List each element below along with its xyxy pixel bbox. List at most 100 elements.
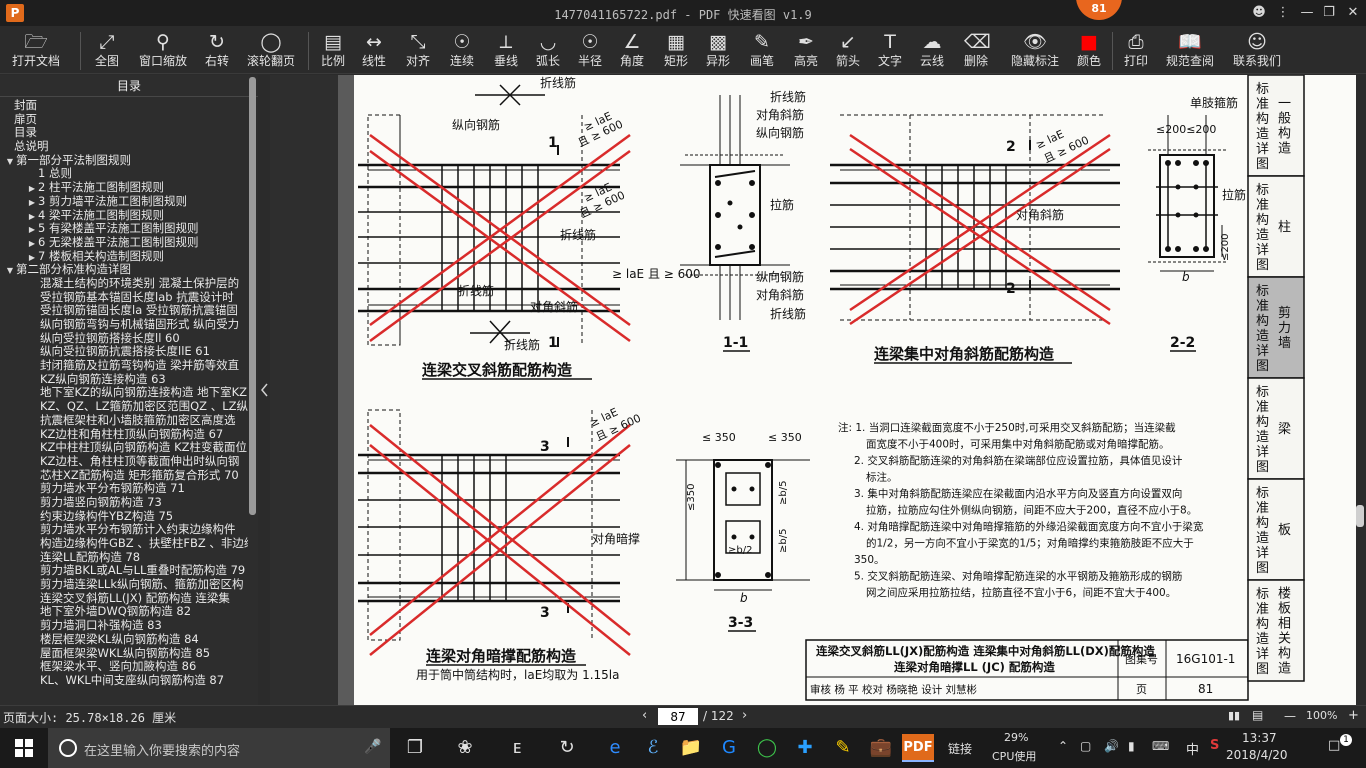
fan-app-icon[interactable]: ❀ — [450, 734, 480, 762]
link-label[interactable]: 链接 — [948, 740, 972, 757]
ie-browser-icon[interactable]: ℰ — [638, 734, 668, 762]
toc-item[interactable]: KZ边柱、角柱柱顶等截面伸出时纵向钢 — [0, 455, 248, 469]
collapsed-arrow-icon[interactable]: ▶ — [26, 251, 38, 264]
toc-item[interactable]: 剪力墙竖向钢筋构造 73 — [0, 496, 248, 510]
collapsed-arrow-icon[interactable]: ▶ — [26, 210, 38, 223]
collapsed-arrow-icon[interactable]: ▶ — [26, 223, 38, 236]
clock-time[interactable]: 13:37 — [1242, 731, 1277, 745]
page-number-input[interactable] — [658, 708, 698, 725]
tool-hide-markup[interactable]: 👁 隐藏标注 — [1006, 30, 1064, 72]
tool-text[interactable]: T 文字 — [876, 30, 904, 72]
toc-item[interactable]: ▶ 5 有梁楼盖平法施工图制图规则 — [0, 222, 248, 236]
file-explorer-icon[interactable]: 📁 — [676, 734, 706, 762]
toc-item[interactable]: ▶ 6 无梁楼盖平法施工图制图规则 — [0, 236, 248, 250]
toc-item[interactable]: 剪力墙水平分布钢筋构造 71 — [0, 482, 248, 496]
toc-item[interactable]: ▼ 第一部分平法制图规则 — [0, 154, 248, 168]
toc-item[interactable]: 剪力墙洞口补强构造 83 — [0, 619, 248, 633]
toc-item[interactable]: 1 总则 — [0, 167, 248, 181]
tool-highlighter[interactable]: ✒ 高亮 — [792, 30, 820, 72]
ime-indicator[interactable]: 中 — [1186, 739, 1199, 758]
tool-support[interactable]: ☺ 联系我们 — [1232, 30, 1282, 72]
collapse-sidebar-icon[interactable] — [258, 375, 270, 405]
battery-icon[interactable]: ▮ — [1128, 739, 1135, 753]
toc-item[interactable]: 混凝土结构的环境类别 混凝土保护层的 — [0, 277, 248, 291]
toc-item[interactable]: KZ中柱柱顶纵向钢筋构造 KZ柱变截面位 — [0, 441, 248, 455]
tool-pen[interactable]: ✎ 画笔 — [748, 30, 776, 72]
network-icon[interactable]: ▢ — [1080, 739, 1091, 753]
toc-item[interactable]: 连梁交叉斜筋LL(JX) 配筋构造 连梁集 — [0, 592, 248, 606]
toc-item[interactable]: 剪力墙连梁LLk纵向钢筋、箍筋加密区构 — [0, 578, 248, 592]
toc-item[interactable]: KZ边柱和角柱柱顶纵向钢筋构造 67 — [0, 428, 248, 442]
next-page-icon[interactable]: › — [742, 708, 747, 723]
task-view-icon[interactable]: ❐ — [400, 734, 430, 762]
tool-color-swatch[interactable]: ■ 颜色 — [1076, 30, 1102, 72]
maximize-icon[interactable]: ❐ — [1320, 4, 1338, 22]
continuous-view-icon[interactable]: ▤ — [1252, 708, 1263, 722]
toc-item[interactable]: KZ、QZ、LZ箍筋加密区范围QZ 、LZ纵向 — [0, 400, 248, 414]
toc-item[interactable]: 扉页 — [0, 113, 248, 127]
tool-rectangle-area[interactable]: ▦ 矩形 — [662, 30, 690, 72]
expanded-arrow-icon[interactable]: ▼ — [4, 155, 16, 168]
toc-item[interactable]: 受拉钢筋锚固长度la 受拉钢筋抗震锚固 — [0, 304, 248, 318]
tray-chevron-icon[interactable]: ⌃ — [1058, 739, 1068, 753]
close-icon[interactable]: ✕ — [1344, 4, 1362, 22]
sogou-ime-icon[interactable]: S — [1210, 738, 1219, 753]
toc-item[interactable]: 纵向钢筋弯钩与机械锚固形式 纵向受力 — [0, 318, 248, 332]
collapsed-arrow-icon[interactable]: ▶ — [26, 237, 38, 250]
toc-item[interactable]: ▼ 第二部分标准构造详图 — [0, 263, 248, 277]
toc-item[interactable]: 约束边缘构件YBZ构造 75 — [0, 510, 248, 524]
zoom-out-icon[interactable]: — — [1284, 709, 1296, 723]
toc-item[interactable]: 地下室外墙DWQ钢筋构造 82 — [0, 605, 248, 619]
tool-arc-length[interactable]: ◡ 弧长 — [534, 30, 562, 72]
collapsed-arrow-icon[interactable]: ▶ — [26, 182, 38, 195]
minimize-icon[interactable]: — — [1298, 4, 1316, 22]
tool-linear-measure[interactable]: ↔ 线性 — [360, 30, 388, 72]
volume-icon[interactable]: 🔊 — [1104, 739, 1119, 753]
sidebar-scrollbar[interactable] — [249, 77, 256, 515]
tool-angle[interactable]: ∠ 角度 — [618, 30, 646, 72]
clock-date[interactable]: 2018/4/20 — [1226, 748, 1288, 762]
toc-item[interactable]: 封面 — [0, 99, 248, 113]
zoom-in-icon[interactable]: + — [1348, 708, 1359, 723]
tool-polygon-area[interactable]: ▩ 异形 — [704, 30, 732, 72]
toc-item[interactable]: 封闭箍筋及拉筋弯钩构造 梁并筋等效直 — [0, 359, 248, 373]
toc-item[interactable]: ▶ 7 楼板相关构造制图规则 — [0, 250, 248, 264]
collapsed-arrow-icon[interactable]: ▶ — [26, 196, 38, 209]
tool-arrow[interactable]: ↙ 箭头 — [834, 30, 862, 72]
toc-item[interactable]: KZ纵向钢筋连接构造 63 — [0, 373, 248, 387]
single-page-view-icon[interactable]: ▮▮ — [1228, 709, 1240, 722]
toc-item[interactable]: 抗震框架柱和小墙肢箍筋加密区高度选 — [0, 414, 248, 428]
tool-perpendicular[interactable]: ⟂ 垂线 — [492, 30, 520, 72]
toc-item[interactable]: 总说明 — [0, 140, 248, 154]
tool-aligned-measure[interactable]: ⤡ 对齐 — [404, 30, 432, 72]
google-app-icon[interactable]: G — [714, 734, 744, 762]
tool-mouse-wheel[interactable]: ◯ 滚轮翻页 — [246, 30, 296, 72]
toc-item[interactable]: ▶ 3 剪力墙平法施工图制图规则 — [0, 195, 248, 209]
page-scrollbar-thumb[interactable] — [1356, 505, 1364, 527]
toc-item[interactable]: 纵向受拉钢筋搭接长度ll 60 — [0, 332, 248, 346]
tool-zoom-window[interactable]: ⚲ 窗口缩放 — [138, 30, 188, 72]
toc-item[interactable]: 目录 — [0, 126, 248, 140]
toc-item[interactable]: 纵向受拉钢筋抗震搭接长度llE 61 — [0, 345, 248, 359]
notes-app-icon[interactable]: ✎ — [828, 734, 858, 762]
keyboard-icon[interactable]: ⌨ — [1152, 739, 1169, 753]
tool-cloud-line[interactable]: ☁ 云线 — [918, 30, 946, 72]
menu-icon[interactable]: ⋮ — [1274, 4, 1292, 22]
edge-browser-icon[interactable]: e — [600, 734, 630, 762]
edge-legacy-icon[interactable]: ᴇ — [502, 734, 532, 762]
toc-item[interactable]: ▶ 2 柱平法施工图制图规则 — [0, 181, 248, 195]
tool-eraser[interactable]: ⌫ 删除 — [962, 30, 991, 72]
windows-start-icon[interactable] — [0, 728, 48, 768]
toc-item[interactable]: 受拉钢筋基本锚固长度lab 抗震设计时 — [0, 291, 248, 305]
microphone-icon[interactable]: 🎤 — [364, 739, 381, 755]
tool-continuous-measure[interactable]: ☉ 连续 — [448, 30, 476, 72]
tool-book[interactable]: 📖 规范查阅 — [1166, 30, 1214, 72]
tool-ruler[interactable]: ▤ 比例 — [320, 30, 346, 72]
tool-radius[interactable]: ☉ 半径 — [576, 30, 604, 72]
pdf-viewer-task-icon[interactable]: PDF — [902, 734, 934, 762]
toc-item[interactable]: 连梁LL配筋构造 78 — [0, 551, 248, 565]
toc-item[interactable]: 楼层框架梁KL纵向钢筋构造 84 — [0, 633, 248, 647]
tool-printer[interactable]: ⎙ 打印 — [1122, 30, 1150, 72]
user-icon[interactable]: ☻ — [1250, 4, 1268, 22]
prev-page-icon[interactable]: ‹ — [642, 708, 647, 723]
